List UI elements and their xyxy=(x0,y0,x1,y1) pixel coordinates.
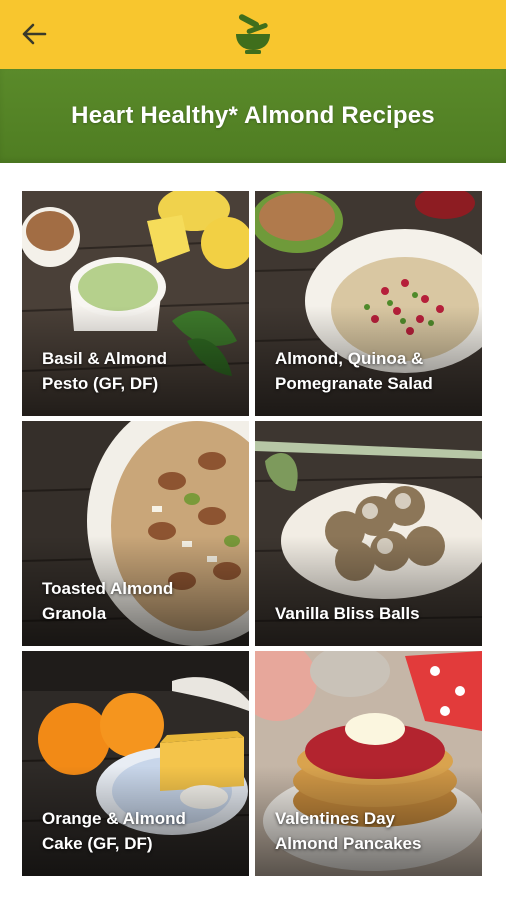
back-button[interactable] xyxy=(14,14,54,54)
recipe-title: Almond, Quinoa & Pomegranate Salad xyxy=(275,349,433,393)
page-title: Heart Healthy* Almond Recipes xyxy=(71,102,435,129)
recipe-card-granola[interactable]: Toasted Almond Granola xyxy=(22,421,249,646)
arrow-left-icon xyxy=(22,23,47,45)
recipe-grid: Basil & Almond Pesto (GF, DF) Almond, Qu… xyxy=(22,191,482,878)
mortar-pestle-icon xyxy=(236,14,270,54)
recipe-card-orange-cake[interactable]: Orange & Almond Cake (GF, DF) xyxy=(22,651,249,876)
recipe-title: Toasted Almond Granola xyxy=(42,579,174,623)
recipe-card-pancakes[interactable]: Valentines Day Almond Pancakes xyxy=(255,651,482,876)
recipe-title: Orange & Almond Cake (GF, DF) xyxy=(42,809,186,853)
recipe-title: Vanilla Bliss Balls xyxy=(275,604,420,623)
recipe-title: Basil & Almond Pesto (GF, DF) xyxy=(42,349,167,393)
recipe-card-bliss-balls[interactable]: Vanilla Bliss Balls xyxy=(255,421,482,646)
section-banner: Heart Healthy* Almond Recipes xyxy=(0,69,506,163)
recipe-card-quinoa-salad[interactable]: Almond, Quinoa & Pomegranate Salad xyxy=(255,191,482,416)
recipe-card-basil-pesto[interactable]: Basil & Almond Pesto (GF, DF) xyxy=(22,191,249,416)
top-app-bar xyxy=(0,0,506,69)
recipe-title: Valentines Day Almond Pancakes xyxy=(275,809,422,853)
